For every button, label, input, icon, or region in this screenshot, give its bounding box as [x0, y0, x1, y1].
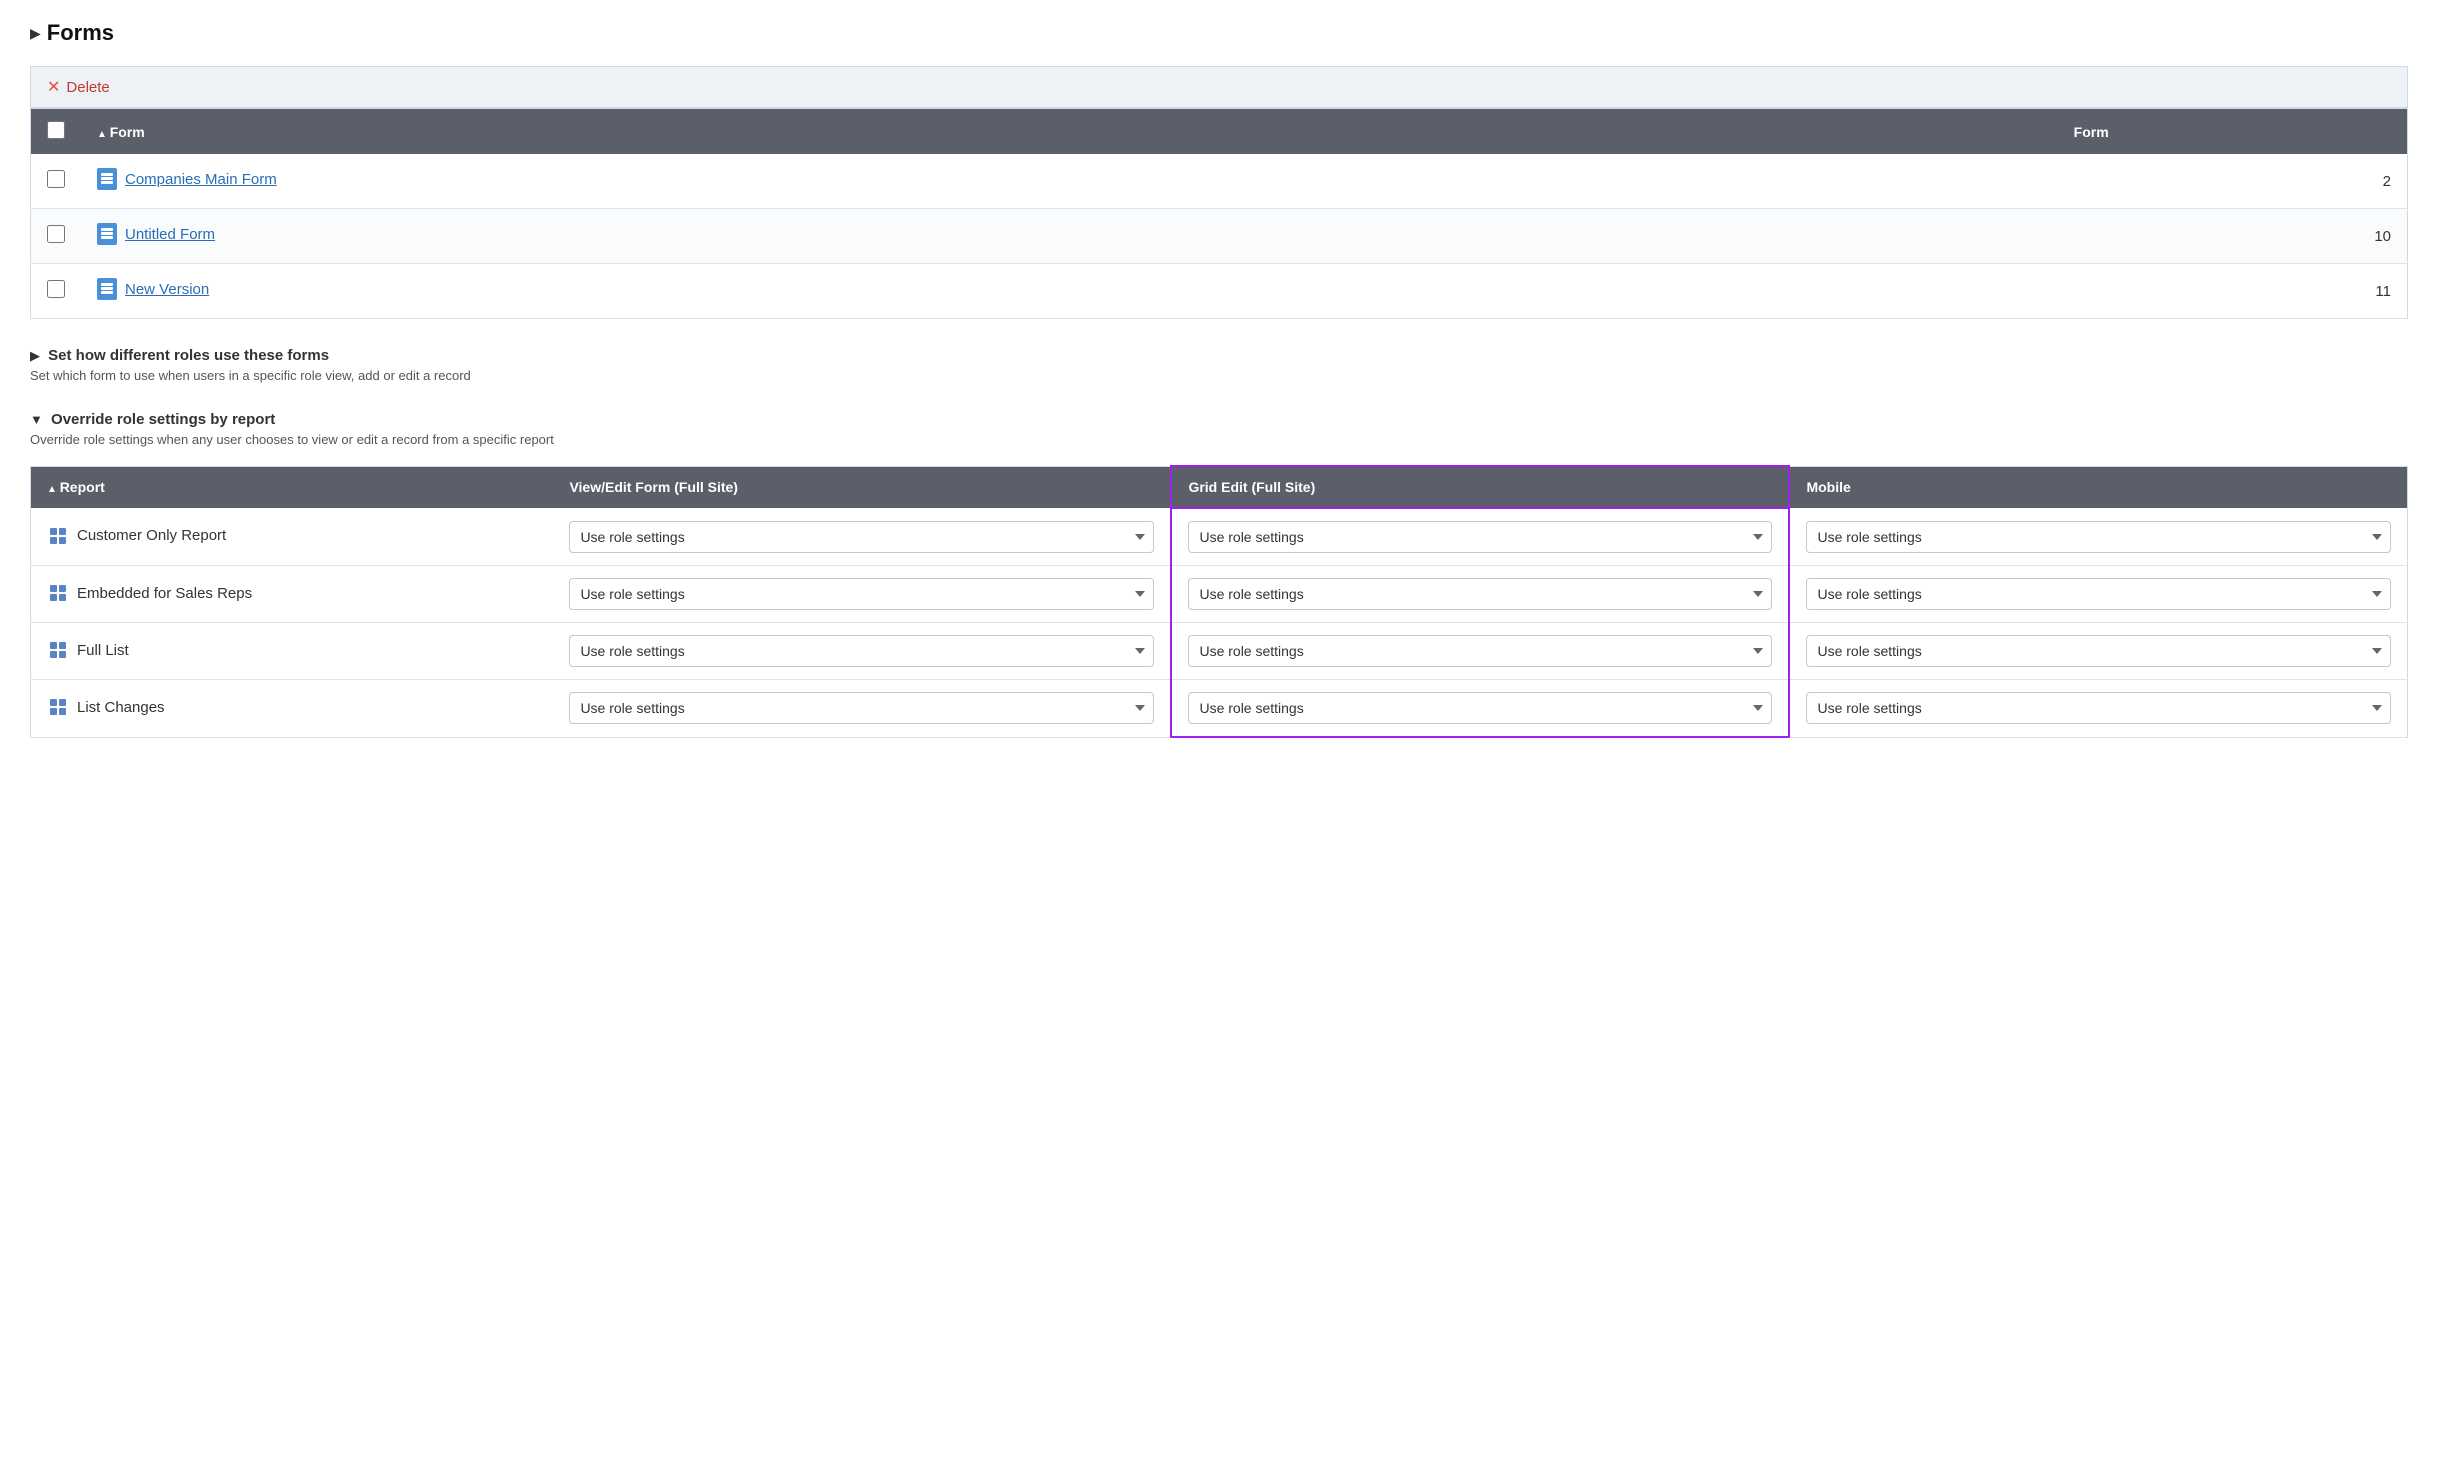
breadcrumb-arrow: ▶ — [30, 25, 41, 42]
form-icon-2 — [97, 278, 117, 300]
role-select-3[interactable]: Use role settingsCompanies Main FormUnti… — [569, 692, 1154, 724]
mobile-cell-2[interactable]: Use role settingsCompanies Main FormUnti… — [1789, 623, 2407, 680]
report-row: Customer Only Report Use role settingsCo… — [31, 508, 2408, 566]
role-select-3[interactable]: Use role settingsCompanies Main FormUnti… — [1188, 692, 1772, 724]
form-link-1[interactable]: Untitled Form — [97, 223, 215, 245]
page-title: Forms — [47, 20, 114, 46]
report-name-cell-1: Embedded for Sales Reps — [31, 566, 554, 623]
select-all-checkbox[interactable] — [47, 121, 65, 139]
report-icon-1 — [47, 582, 69, 604]
role-select-2[interactable]: Use role settingsCompanies Main FormUnti… — [1188, 635, 1772, 667]
role-select-1[interactable]: Use role settingsCompanies Main FormUnti… — [1806, 578, 2391, 610]
view-edit-cell-3[interactable]: Use role settingsCompanies Main FormUnti… — [553, 680, 1171, 738]
mobile-cell-3[interactable]: Use role settingsCompanies Main FormUnti… — [1789, 680, 2407, 738]
report-icon-0 — [47, 525, 69, 547]
report-name-cell-3: List Changes — [31, 680, 554, 738]
grid-edit-col-header: Grid Edit (Full Site) — [1171, 466, 1789, 508]
report-row: Full List Use role settingsCompanies Mai… — [31, 623, 2408, 680]
role-select-0[interactable]: Use role settingsCompanies Main FormUnti… — [1188, 521, 1772, 553]
table-row: Companies Main Form 2 — [31, 154, 2408, 209]
report-name-label-0: Customer Only Report — [77, 527, 226, 544]
form-link-2[interactable]: New Version — [97, 278, 209, 300]
set-roles-title: Set how different roles use these forms — [48, 347, 329, 364]
report-icon-2 — [47, 639, 69, 661]
grid-edit-cell-2[interactable]: Use role settingsCompanies Main FormUnti… — [1171, 623, 1789, 680]
table-row: Untitled Form 10 — [31, 209, 2408, 264]
view-edit-cell-0[interactable]: Use role settingsCompanies Main FormUnti… — [553, 508, 1171, 566]
form-number-0: 2 — [2058, 154, 2408, 209]
form-icon-1 — [97, 223, 117, 245]
mobile-cell-1[interactable]: Use role settingsCompanies Main FormUnti… — [1789, 566, 2407, 623]
toolbar: ✕ Delete — [30, 66, 2408, 108]
grid-edit-cell-1[interactable]: Use role settingsCompanies Main FormUnti… — [1171, 566, 1789, 623]
breadcrumb: ▶ Forms — [30, 20, 2408, 46]
role-select-0[interactable]: Use role settingsCompanies Main FormUnti… — [1806, 521, 2391, 553]
role-select-1[interactable]: Use role settingsCompanies Main FormUnti… — [1188, 578, 1772, 610]
delete-button[interactable]: ✕ Delete — [47, 77, 110, 97]
role-select-1[interactable]: Use role settingsCompanies Main FormUnti… — [569, 578, 1154, 610]
report-row: List Changes Use role settingsCompanies … — [31, 680, 2408, 738]
form-num-col-header: Form — [2058, 109, 2408, 155]
view-edit-cell-1[interactable]: Use role settingsCompanies Main FormUnti… — [553, 566, 1171, 623]
override-section: ▼ Override role settings by report Overr… — [30, 411, 2408, 447]
form-name-2: New Version — [125, 281, 209, 298]
report-icon-3 — [47, 696, 69, 718]
report-name-label-1: Embedded for Sales Reps — [77, 585, 252, 602]
override-toggle[interactable]: ▼ — [30, 412, 43, 427]
delete-label: Delete — [66, 79, 109, 96]
row-checkbox-1[interactable] — [47, 225, 65, 243]
report-name-label-2: Full List — [77, 642, 129, 659]
row-checkbox-0[interactable] — [47, 170, 65, 188]
role-select-2[interactable]: Use role settingsCompanies Main FormUnti… — [569, 635, 1154, 667]
form-link-0[interactable]: Companies Main Form — [97, 168, 277, 190]
form-col-header: Form — [81, 109, 2058, 155]
table-row: New Version 11 — [31, 264, 2408, 319]
form-icon-0 — [97, 168, 117, 190]
override-subtitle: Override role settings when any user cho… — [30, 432, 2408, 447]
set-roles-toggle[interactable]: ▶ — [30, 348, 40, 363]
report-col-header: Report — [31, 466, 554, 508]
form-name-0: Companies Main Form — [125, 171, 277, 188]
forms-table: Form Form Companies Main Form 2 — [30, 108, 2408, 319]
form-name-1: Untitled Form — [125, 226, 215, 243]
override-title: Override role settings by report — [51, 411, 275, 428]
role-select-0[interactable]: Use role settingsCompanies Main FormUnti… — [569, 521, 1154, 553]
set-roles-subtitle: Set which form to use when users in a sp… — [30, 368, 2408, 383]
view-edit-cell-2[interactable]: Use role settingsCompanies Main FormUnti… — [553, 623, 1171, 680]
grid-edit-cell-0[interactable]: Use role settingsCompanies Main FormUnti… — [1171, 508, 1789, 566]
set-roles-section: ▶ Set how different roles use these form… — [30, 347, 2408, 383]
delete-icon: ✕ — [47, 77, 60, 97]
report-name-label-3: List Changes — [77, 699, 165, 716]
form-number-1: 10 — [2058, 209, 2408, 264]
form-number-2: 11 — [2058, 264, 2408, 319]
row-checkbox-2[interactable] — [47, 280, 65, 298]
view-edit-col-header: View/Edit Form (Full Site) — [553, 466, 1171, 508]
grid-edit-cell-3[interactable]: Use role settingsCompanies Main FormUnti… — [1171, 680, 1789, 738]
report-name-cell-2: Full List — [31, 623, 554, 680]
mobile-cell-0[interactable]: Use role settingsCompanies Main FormUnti… — [1789, 508, 2407, 566]
report-row: Embedded for Sales Reps Use role setting… — [31, 566, 2408, 623]
report-table: Report View/Edit Form (Full Site) Grid E… — [30, 465, 2408, 738]
role-select-2[interactable]: Use role settingsCompanies Main FormUnti… — [1806, 635, 2391, 667]
mobile-col-header: Mobile — [1789, 466, 2407, 508]
report-name-cell-0: Customer Only Report — [31, 508, 554, 566]
role-select-3[interactable]: Use role settingsCompanies Main FormUnti… — [1806, 692, 2391, 724]
